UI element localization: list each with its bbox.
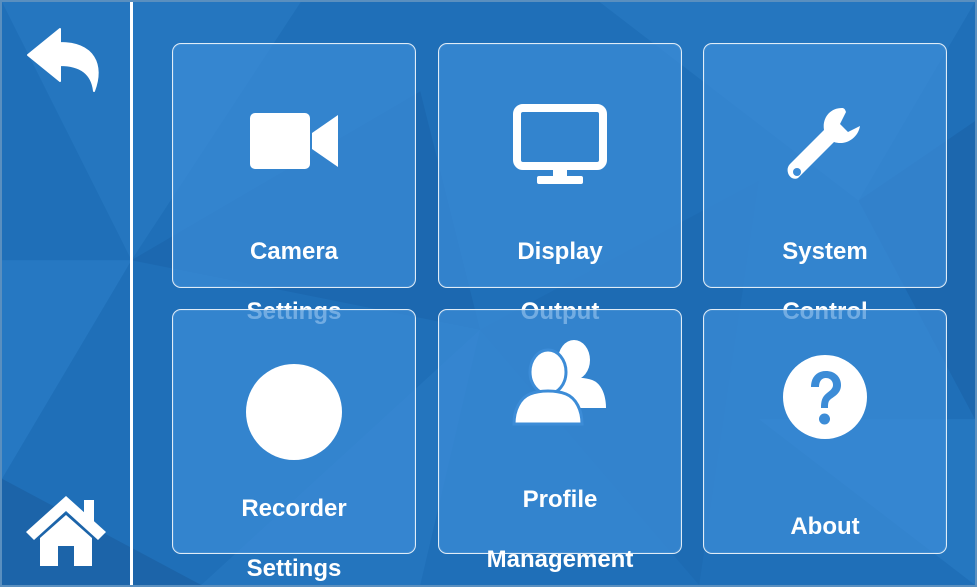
profile-management-line1: Profile <box>522 486 598 513</box>
recorder-settings-tile[interactable]: Recorder Settings <box>172 309 416 582</box>
recorder-settings-line2: Settings <box>246 555 342 582</box>
video-camera-icon <box>250 113 338 169</box>
sidebar <box>2 2 130 585</box>
system-control-tile[interactable]: System Control <box>703 43 947 325</box>
wrench-icon <box>787 108 860 179</box>
profile-management-label: Profile Management <box>439 455 681 585</box>
about-label: About <box>704 482 946 572</box>
camera-settings-tile[interactable]: Camera Settings <box>172 43 416 325</box>
users-icon <box>512 340 606 426</box>
recorder-settings-line1: Recorder <box>241 495 347 522</box>
display-output-line1: Display <box>517 238 603 265</box>
profile-management-line2: Management <box>486 546 634 573</box>
menu-screen: Camera Settings Display Output <box>0 0 977 587</box>
home-button[interactable] <box>20 490 112 570</box>
home-icon <box>26 496 106 566</box>
display-output-tile[interactable]: Display Output <box>438 43 682 325</box>
back-button[interactable] <box>20 20 112 100</box>
back-arrow-icon <box>27 28 99 92</box>
question-circle-icon <box>783 355 867 439</box>
record-circle-icon <box>246 364 342 460</box>
sidebar-divider <box>130 2 133 585</box>
about-line1: About <box>790 513 860 540</box>
recorder-settings-label: Recorder Settings <box>173 464 415 585</box>
profile-management-tile[interactable]: Profile Management <box>438 309 682 573</box>
system-control-line1: System <box>782 238 868 265</box>
camera-settings-line1: Camera <box>249 238 339 265</box>
monitor-icon <box>513 104 607 184</box>
menu-grid: Camera Settings Display Output <box>172 43 949 582</box>
about-tile[interactable]: About <box>703 309 947 554</box>
